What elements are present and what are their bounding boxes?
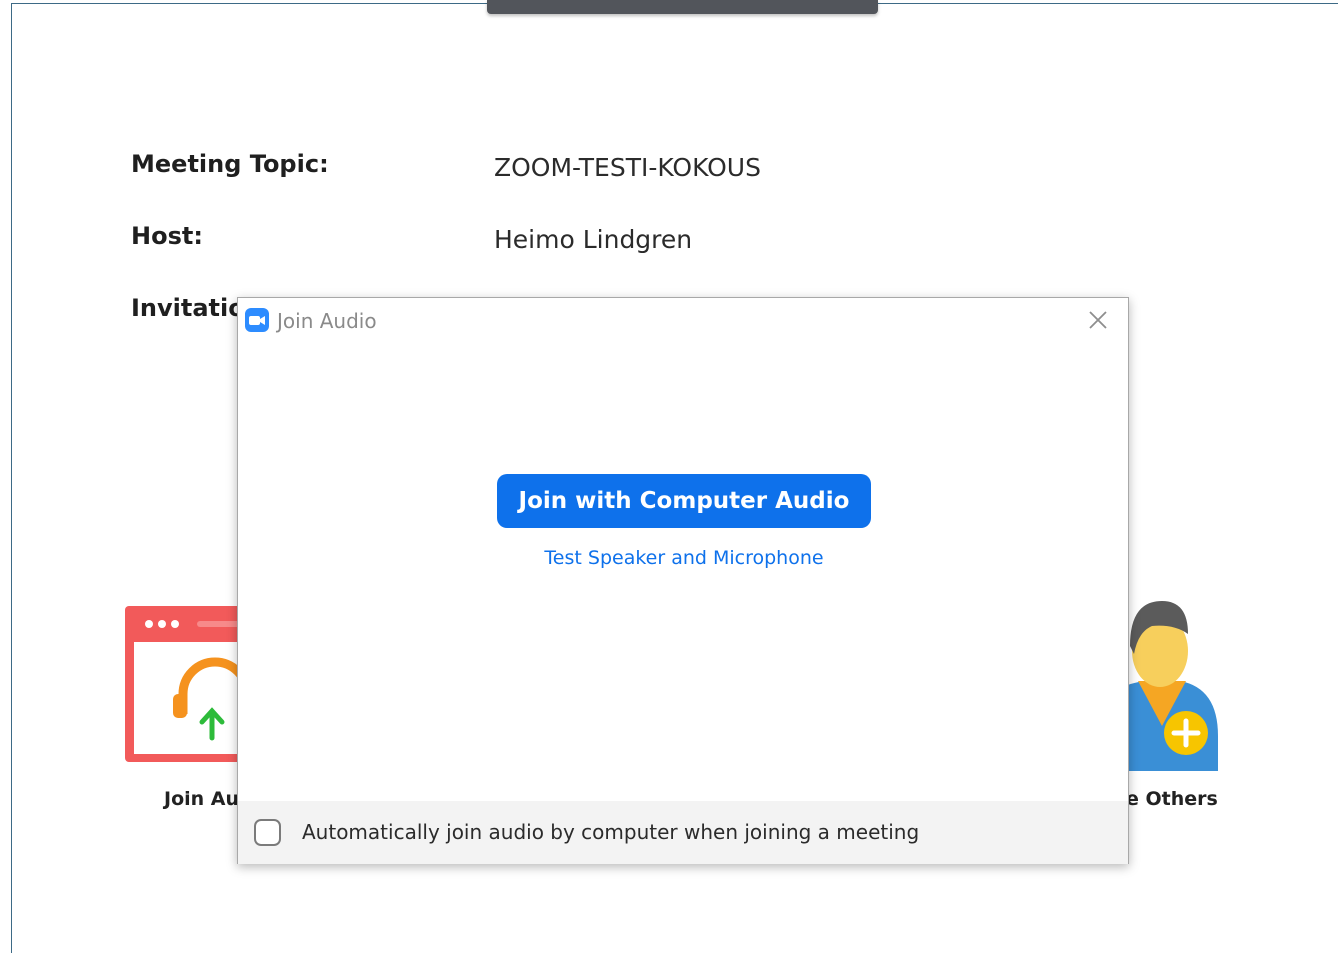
meeting-topic-label: Meeting Topic:: [131, 150, 329, 178]
dialog-titlebar[interactable]: Join Audio: [238, 298, 1128, 342]
dialog-footer: Automatically join audio by computer whe…: [238, 801, 1128, 864]
zoom-camera-icon: [245, 308, 269, 332]
meeting-control-bar[interactable]: [487, 0, 878, 14]
join-computer-audio-button[interactable]: Join with Computer Audio: [497, 474, 871, 528]
meeting-topic-value: ZOOM-TESTI-KOKOUS: [494, 153, 761, 182]
invite-others-option-label[interactable]: e Others: [1126, 788, 1218, 810]
join-audio-option-label[interactable]: Join Au: [164, 788, 239, 810]
auto-join-audio-label[interactable]: Automatically join audio by computer whe…: [302, 820, 919, 844]
host-value: Heimo Lindgren: [494, 225, 693, 254]
join-audio-dialog: Join Audio Join with Computer Audio Test…: [237, 297, 1129, 864]
test-speaker-microphone-link[interactable]: Test Speaker and Microphone: [238, 547, 1130, 569]
dialog-title: Join Audio: [277, 309, 377, 333]
close-icon[interactable]: [1086, 308, 1110, 332]
auto-join-audio-checkbox[interactable]: [254, 819, 281, 846]
host-label: Host:: [131, 222, 203, 250]
